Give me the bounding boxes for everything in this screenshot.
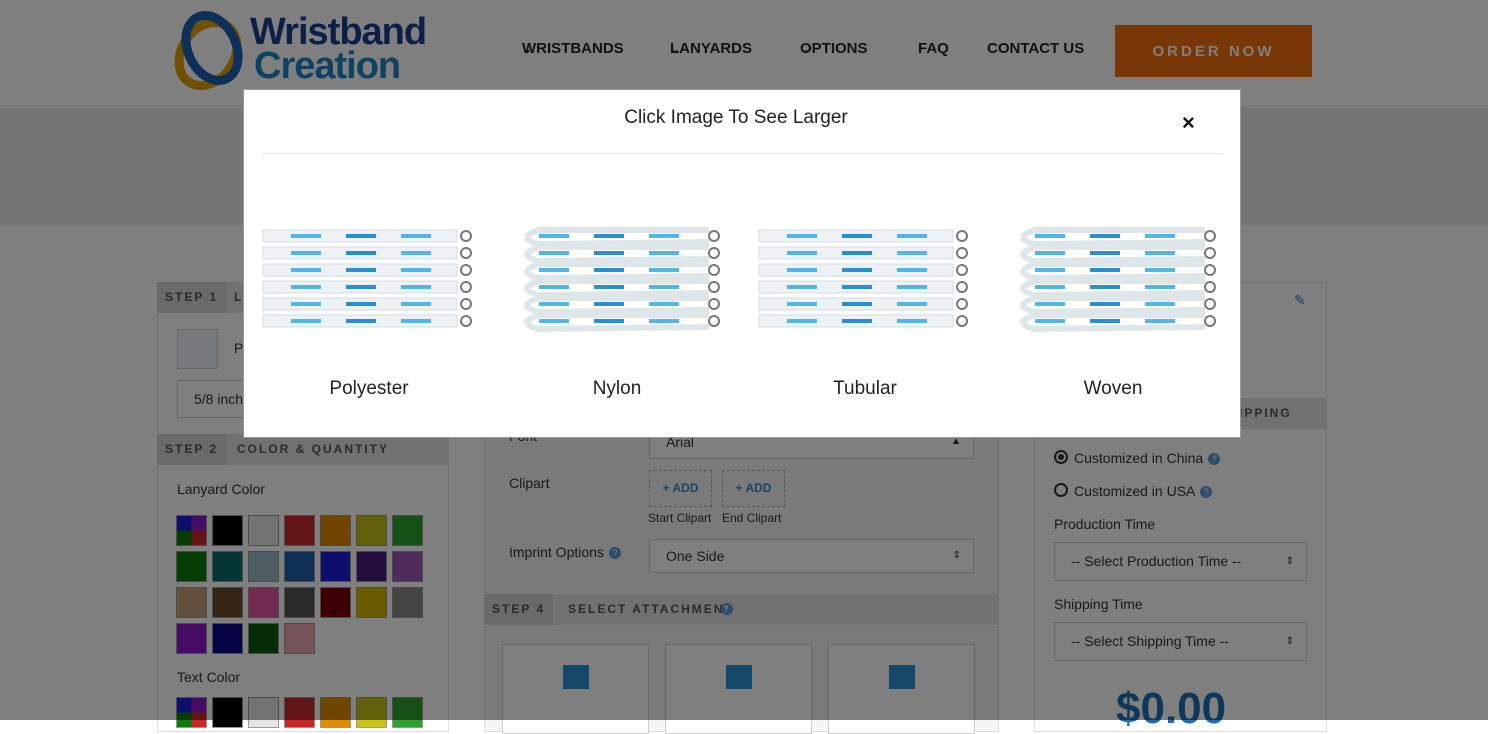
lanyard-strap xyxy=(1020,227,1216,248)
lanyard-strap xyxy=(262,246,472,260)
material-woven[interactable]: Woven xyxy=(1005,210,1221,415)
lanyard-strap xyxy=(524,312,720,333)
lanyard-strap xyxy=(524,278,720,299)
material-polyester[interactable]: Polyester xyxy=(261,210,477,415)
material-caption: Polyester xyxy=(329,378,409,399)
modal-title: Click Image To See Larger xyxy=(624,107,848,128)
lanyard-strap xyxy=(758,314,968,328)
material-modal: Click Image To See Larger × Polyester Ny… xyxy=(243,89,1241,438)
lanyard-strap xyxy=(758,297,968,311)
lanyard-strap xyxy=(1020,295,1216,316)
lanyard-strap xyxy=(524,261,720,282)
material-caption: Woven xyxy=(1083,378,1143,399)
tubular-lanyard-image[interactable] xyxy=(757,210,973,345)
material-caption: Nylon xyxy=(592,378,642,399)
lanyard-strap xyxy=(262,263,472,277)
close-icon[interactable]: × xyxy=(1182,110,1195,136)
lanyard-strap xyxy=(524,227,720,248)
nylon-lanyard-image[interactable] xyxy=(509,210,725,345)
lanyard-strap xyxy=(1020,244,1216,265)
polyester-lanyard-image[interactable] xyxy=(261,210,477,345)
lanyard-strap xyxy=(758,263,968,277)
lanyard-strap xyxy=(1020,312,1216,333)
woven-lanyard-image[interactable] xyxy=(1005,210,1221,345)
lanyard-strap xyxy=(758,280,968,294)
modal-divider xyxy=(261,153,1223,154)
lanyard-strap xyxy=(262,297,472,311)
lanyard-strap xyxy=(758,246,968,260)
material-tubular[interactable]: Tubular xyxy=(757,210,973,415)
lanyard-strap xyxy=(1020,278,1216,299)
lanyard-strap xyxy=(262,314,472,328)
lanyard-strap xyxy=(262,280,472,294)
lanyard-strap xyxy=(524,295,720,316)
lanyard-strap xyxy=(262,229,472,243)
lanyard-strap xyxy=(1020,261,1216,282)
material-nylon[interactable]: Nylon xyxy=(509,210,725,415)
material-caption: Tubular xyxy=(833,378,897,399)
lanyard-strap xyxy=(758,229,968,243)
lanyard-strap xyxy=(524,244,720,265)
